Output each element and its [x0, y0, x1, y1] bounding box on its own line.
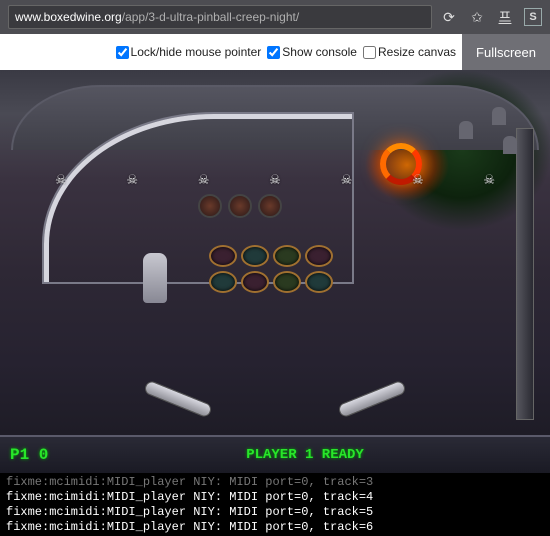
lock-pointer-checkbox[interactable]: Lock/hide mouse pointer [116, 45, 262, 59]
game-status-bar: P1 0 PLAYER 1 READY [0, 435, 550, 473]
tombstone-icon [459, 121, 473, 139]
skull-icon: ☠ [126, 172, 138, 188]
bumper-group [198, 194, 282, 218]
tombstone-icon [503, 136, 517, 154]
url-host: www.boxedwine.org [15, 10, 122, 24]
pinball-playfield: ☠ ☠ ☠ ☠ ☠ ☠ ☠ [0, 70, 550, 435]
target [209, 245, 237, 267]
target [241, 245, 269, 267]
skull-icon: ☠ [198, 172, 210, 188]
target-bank [209, 245, 333, 293]
target [273, 245, 301, 267]
show-console-checkbox[interactable]: Show console [267, 45, 357, 59]
browser-address-bar: www.boxedwine.org/app/3-d-ultra-pinball-… [0, 0, 550, 34]
url-field[interactable]: www.boxedwine.org/app/3-d-ultra-pinball-… [8, 5, 432, 29]
console-line: fixme:mcimidi:MIDI_player NIY: MIDI port… [6, 505, 544, 520]
url-path: /app/3-d-ultra-pinball-creep-night/ [122, 10, 299, 24]
emulator-controls: Lock/hide mouse pointer Show console Res… [0, 34, 550, 70]
console-line: fixme:mcimidi:MIDI_player NIY: MIDI port… [6, 490, 544, 505]
target [305, 245, 333, 267]
bumper [198, 194, 222, 218]
show-console-label: Show console [282, 45, 357, 59]
browser-actions: ⟳ ✩ 프 S [440, 8, 542, 26]
skull-icon: ☠ [269, 172, 281, 188]
bumper [228, 194, 252, 218]
skull-icon: ☠ [412, 172, 424, 188]
resize-canvas-label: Resize canvas [378, 45, 456, 59]
console-line: fixme:mcimidi:MIDI_player NIY: MIDI port… [6, 475, 544, 490]
target [209, 271, 237, 293]
skull-icon: ☠ [55, 172, 67, 188]
target [273, 271, 301, 293]
reader-icon[interactable]: 프 [496, 8, 514, 26]
skull-icon: ☠ [341, 172, 353, 188]
target [305, 271, 333, 293]
left-flipper [143, 379, 213, 418]
game-canvas[interactable]: ☠ ☠ ☠ ☠ ☠ ☠ ☠ P1 0 PLAYER 1 READY [0, 70, 550, 473]
favorite-icon[interactable]: ✩ [468, 8, 486, 26]
skull-row: ☠ ☠ ☠ ☠ ☠ ☠ ☠ [55, 172, 495, 188]
extension-icon[interactable]: S [524, 8, 542, 26]
refresh-icon[interactable]: ⟳ [440, 8, 458, 26]
target [241, 271, 269, 293]
bumper [258, 194, 282, 218]
skull-icon: ☠ [483, 172, 495, 188]
plunger-chute [516, 128, 534, 420]
resize-canvas-checkbox[interactable]: Resize canvas [363, 45, 456, 59]
lock-pointer-input[interactable] [116, 46, 129, 59]
console-output[interactable]: fixme:mcimidi:MIDI_player NIY: MIDI port… [0, 473, 550, 536]
console-line: fixme:mcimidi:MIDI_player NIY: MIDI port… [6, 520, 544, 535]
game-message: PLAYER 1 READY [60, 447, 550, 463]
tombstone-icon [492, 107, 506, 125]
show-console-input[interactable] [267, 46, 280, 59]
lock-pointer-label: Lock/hide mouse pointer [131, 45, 262, 59]
right-flipper [337, 379, 407, 418]
gargoyle-statue [143, 253, 167, 303]
resize-canvas-input[interactable] [363, 46, 376, 59]
fullscreen-button[interactable]: Fullscreen [462, 34, 550, 70]
